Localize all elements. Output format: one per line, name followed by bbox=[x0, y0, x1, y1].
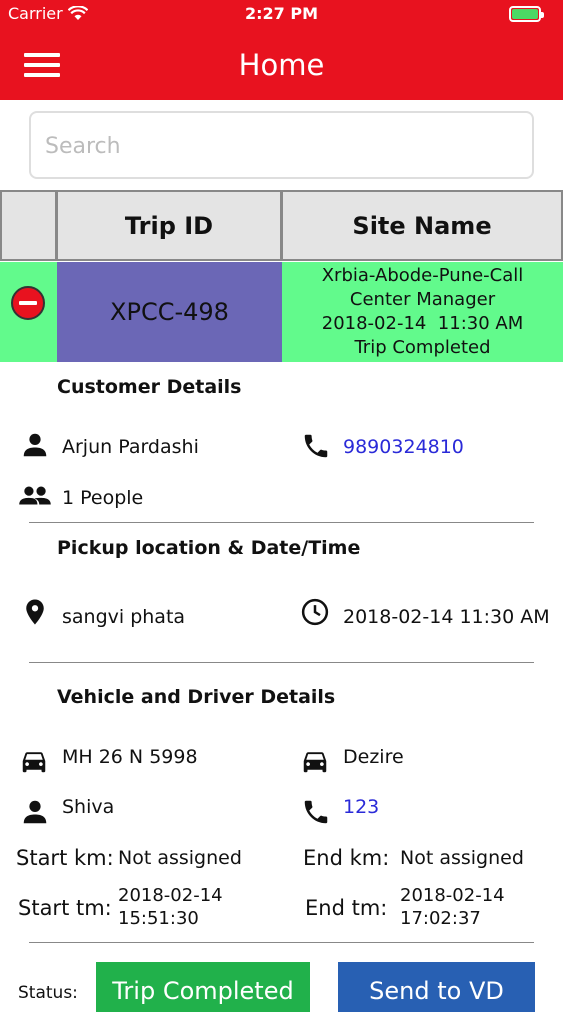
customer-details-heading: Customer Details bbox=[57, 376, 242, 398]
send-to-vd-button[interactable]: Send to VD bbox=[338, 962, 535, 1012]
status-time: 2:27 PM bbox=[244, 4, 318, 23]
car-icon bbox=[303, 752, 327, 773]
end-tm-value: 2018-02-14 17:02:37 bbox=[400, 885, 505, 929]
phone-icon bbox=[304, 800, 328, 824]
trip-status-button[interactable]: Trip Completed bbox=[96, 962, 310, 1012]
search-box[interactable] bbox=[29, 111, 534, 179]
customer-phone-link[interactable]: 9890324810 bbox=[343, 436, 464, 458]
vehicle-heading: Vehicle and Driver Details bbox=[57, 686, 336, 708]
end-tm-label: End tm: bbox=[305, 896, 388, 920]
site-name-line: Xrbia-Abode-Pune-Call bbox=[321, 265, 524, 286]
people-icon bbox=[19, 486, 51, 505]
navigation-bar: Carrier 2:27 PM Home bbox=[0, 0, 563, 100]
page-title: Home bbox=[238, 48, 325, 82]
start-tm-label: Start tm: bbox=[18, 896, 112, 920]
trip-datetime: 2018-02-14 11:30 AM bbox=[321, 313, 524, 334]
start-km-value: Not assigned bbox=[118, 847, 242, 869]
vehicle-number: MH 26 N 5998 bbox=[62, 746, 198, 768]
table-header-trip-id: Trip ID bbox=[56, 190, 282, 261]
customer-name: Arjun Pardashi bbox=[62, 436, 199, 458]
divider bbox=[29, 522, 534, 523]
start-tm-value: 2018-02-14 15:51:30 bbox=[118, 885, 223, 929]
people-count: 1 People bbox=[62, 487, 144, 509]
car-icon bbox=[22, 752, 46, 773]
end-km-label: End km: bbox=[303, 846, 390, 870]
vehicle-model: Dezire bbox=[343, 746, 404, 768]
person-icon bbox=[23, 433, 47, 457]
table-header-site-name: Site Name bbox=[281, 190, 563, 261]
start-km-label: Start km: bbox=[16, 846, 114, 870]
trip-id-value: XPCC-498 bbox=[110, 298, 229, 326]
table-header-blank bbox=[0, 190, 57, 261]
pickup-datetime: 2018-02-14 11:30 AM bbox=[343, 606, 550, 628]
pickup-heading: Pickup location & Date/Time bbox=[57, 537, 361, 559]
site-name-line: Center Manager bbox=[349, 289, 496, 310]
location-pin-icon bbox=[26, 599, 44, 625]
divider bbox=[29, 662, 534, 663]
status-label: Status: bbox=[18, 983, 78, 1003]
remove-row-icon[interactable] bbox=[11, 286, 45, 320]
trip-status: Trip Completed bbox=[354, 337, 491, 358]
battery-icon bbox=[509, 6, 544, 22]
end-km-value: Not assigned bbox=[400, 847, 524, 869]
trip-id-cell[interactable]: XPCC-498 bbox=[57, 262, 282, 362]
clock-icon bbox=[301, 598, 329, 626]
search-input[interactable] bbox=[43, 129, 517, 163]
person-icon bbox=[23, 800, 47, 824]
phone-icon bbox=[304, 434, 328, 458]
driver-name: Shiva bbox=[62, 796, 115, 818]
divider bbox=[29, 942, 534, 943]
driver-phone-link[interactable]: 123 bbox=[343, 796, 379, 818]
pickup-location: sangvi phata bbox=[62, 606, 186, 628]
site-name-cell[interactable]: Xrbia-Abode-Pune-Call Center Manager 201… bbox=[282, 262, 563, 362]
